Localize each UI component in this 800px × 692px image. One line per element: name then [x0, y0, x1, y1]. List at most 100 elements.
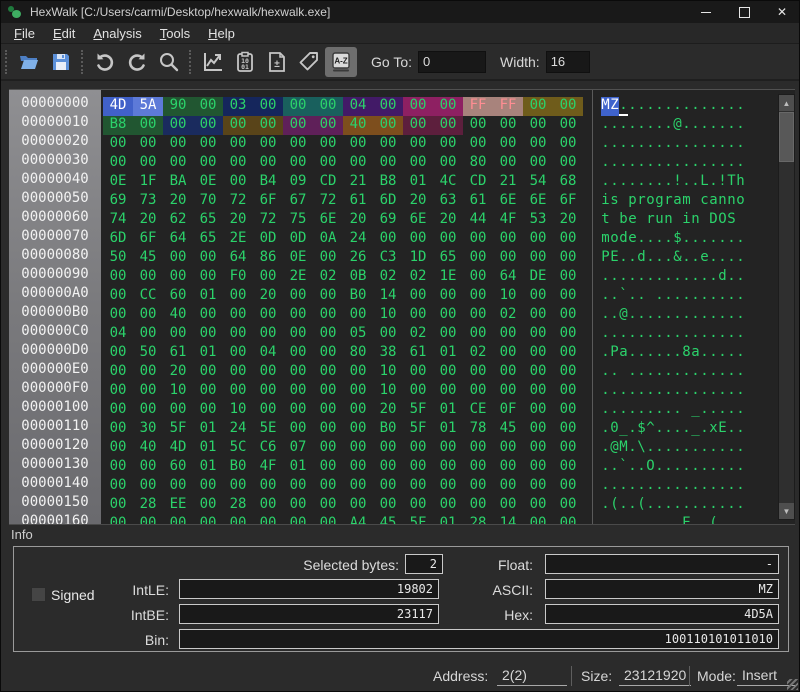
vertical-scrollbar[interactable]: ▲ ▼	[778, 94, 795, 520]
hex-byte-cell[interactable]: 45	[373, 515, 403, 525]
hex-byte-cell[interactable]: A4	[343, 515, 373, 525]
ascii-char-cell[interactable]: .	[673, 515, 682, 525]
size-status-label: Size:	[581, 668, 612, 684]
hex-byte-cell[interactable]: 00	[523, 515, 553, 525]
float-field[interactable]: -	[545, 554, 779, 574]
hex-byte-cell[interactable]: 00	[133, 515, 163, 525]
menu-file[interactable]: File	[5, 24, 44, 43]
width-input[interactable]	[546, 51, 590, 73]
address-label: 00000160	[9, 513, 101, 525]
ascii-char-cell[interactable]: .	[610, 515, 619, 525]
intle-field[interactable]: 19802	[179, 579, 439, 599]
ascii-field[interactable]: MZ	[545, 579, 779, 599]
hex-byte-cell[interactable]: 00	[163, 515, 193, 525]
bin-field[interactable]: 100110101011010	[179, 629, 779, 649]
hex-byte-cell[interactable]: 14	[493, 515, 523, 525]
ascii-char-cell[interactable]: E	[682, 515, 691, 525]
close-button[interactable]: ✕	[763, 1, 800, 23]
hex-byte-cell[interactable]: 00	[253, 515, 283, 525]
ascii-row: ........!..L.!Th	[601, 171, 751, 190]
address-label: 00000140	[9, 475, 101, 494]
window-title: HexWalk [C:/Users/carmi/Desktop/hexwalk/…	[30, 5, 330, 19]
goto-input[interactable]	[418, 51, 486, 73]
hex-row: 0E1FBA0E00B409CD21B8014CCD215468	[103, 171, 587, 190]
toolbar-handle[interactable]	[189, 50, 193, 74]
hex-byte-cell[interactable]: 5F	[403, 515, 433, 525]
signed-checkbox[interactable]	[31, 587, 46, 602]
ascii-char-cell[interactable]: .	[655, 515, 664, 525]
hex-row: 6D6F64652E0D0D0A2400000000000000	[103, 228, 587, 247]
maximize-button[interactable]	[725, 1, 763, 23]
hex-byte-cell[interactable]: 01	[433, 515, 463, 525]
minimize-button[interactable]	[687, 1, 725, 23]
hex-row: 00305F01245E000000B05F0178450000	[103, 418, 587, 437]
address-label: 00000040	[9, 171, 101, 190]
ascii-char-cell[interactable]: (	[709, 515, 718, 525]
chart-button[interactable]	[197, 47, 229, 77]
hex-row: 00000000000000000000000080000000	[103, 152, 587, 171]
ascii-char-cell[interactable]: .	[736, 515, 745, 525]
address-label: 00000050	[9, 190, 101, 209]
ascii-char-cell[interactable]: _	[691, 515, 700, 525]
hex-byte-cell[interactable]: 00	[223, 515, 253, 525]
hex-byte-cell[interactable]: 00	[103, 515, 133, 525]
menu-tools[interactable]: Tools	[151, 24, 199, 43]
ascii-char-cell[interactable]: .	[619, 515, 628, 525]
ascii-pane[interactable]: MZ......................@...............…	[601, 90, 751, 524]
toolbar-handle[interactable]	[5, 50, 9, 74]
scroll-up-button[interactable]: ▲	[779, 95, 794, 111]
save-button[interactable]	[45, 47, 77, 77]
address-label: 000000E0	[9, 361, 101, 380]
ascii-char-cell[interactable]: .	[601, 515, 610, 525]
ascii-row: t be run in DOS	[601, 209, 751, 228]
address-label: 00000100	[9, 399, 101, 418]
scrollbar-thumb[interactable]	[779, 112, 794, 162]
tags-button[interactable]	[293, 47, 325, 77]
hex-byte-cell[interactable]: 28	[463, 515, 493, 525]
ascii-char-cell[interactable]: .	[637, 515, 646, 525]
svg-text:01: 01	[241, 63, 249, 71]
ascii-row: ..@.............	[601, 304, 751, 323]
selected-bytes-field[interactable]: 2	[405, 554, 443, 574]
status-separator	[571, 666, 572, 686]
hex-grid[interactable]: 4D5A90000300000004000000FFFF0000B8000000…	[103, 90, 587, 524]
redo-button[interactable]	[121, 47, 153, 77]
ascii-char-cell[interactable]: .	[628, 515, 637, 525]
patch-file-button[interactable]: ±	[261, 47, 293, 77]
hex-row: 0000000000000000A4455F0128140000	[103, 513, 587, 525]
undo-button[interactable]	[89, 47, 121, 77]
binary-analysis-button[interactable]: 10 01	[229, 47, 261, 77]
size-status-field[interactable]: 23121920	[619, 666, 691, 686]
menu-help[interactable]: Help	[199, 24, 244, 43]
address-label: 000000D0	[9, 342, 101, 361]
ascii-row: MZ..............	[601, 95, 751, 114]
hex-byte-cell[interactable]: 00	[193, 515, 223, 525]
ascii-row: .@M.\...........	[601, 437, 751, 456]
search-button[interactable]	[153, 47, 185, 77]
hex-byte-cell[interactable]: 00	[313, 515, 343, 525]
intbe-field[interactable]: 23117	[179, 604, 439, 624]
ascii-char-cell[interactable]: .	[646, 515, 655, 525]
hex-row: 00CC600100200000B014000000100000	[103, 285, 587, 304]
resize-grip[interactable]	[787, 679, 798, 690]
hex-field[interactable]: 4D5A	[545, 604, 779, 624]
ascii-row: ........@.......	[601, 114, 751, 133]
scroll-down-button[interactable]: ▼	[779, 503, 794, 519]
ascii-row: ................	[601, 152, 751, 171]
menu-edit[interactable]: Edit	[44, 24, 84, 43]
address-label: 000000A0	[9, 285, 101, 304]
menu-analysis[interactable]: Analysis	[84, 24, 150, 43]
hex-row: 000000001000000000205F01CE0F0000	[103, 399, 587, 418]
toolbar-handle[interactable]	[81, 50, 85, 74]
ascii-char-cell[interactable]: .	[664, 515, 673, 525]
undo-icon	[93, 50, 117, 74]
hex-byte-cell[interactable]: 00	[553, 515, 583, 525]
address-status-field[interactable]: 2(2)	[497, 666, 567, 686]
ascii-char-cell[interactable]: .	[718, 515, 727, 525]
open-file-button[interactable]	[13, 47, 45, 77]
hex-byte-cell[interactable]: 00	[283, 515, 313, 525]
ascii-char-cell[interactable]: .	[700, 515, 709, 525]
address-gutter: 0000000000000010000000200000003000000040…	[9, 90, 101, 524]
ascii-char-cell[interactable]: .	[727, 515, 736, 525]
strings-az-button[interactable]: A-Z	[325, 47, 357, 77]
